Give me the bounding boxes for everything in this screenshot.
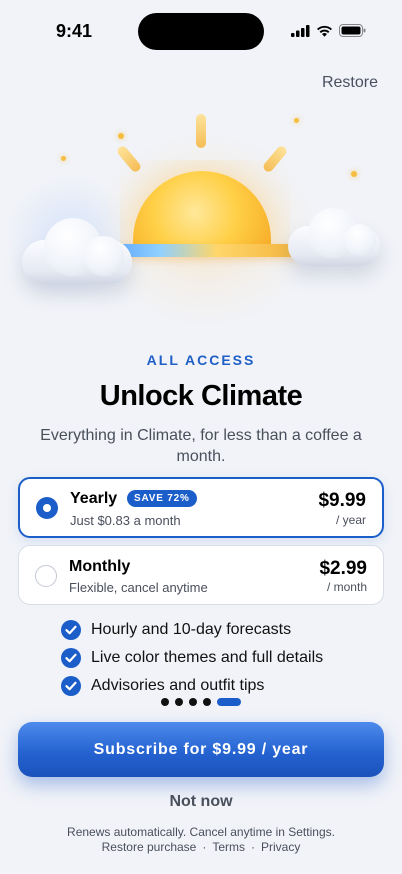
- wifi-icon: [317, 25, 332, 37]
- horizon-bar: [112, 244, 302, 257]
- cellular-signal-icon: [291, 24, 310, 37]
- plan-period: / month: [326, 580, 367, 594]
- plan-price: $2.99: [319, 558, 367, 579]
- page-indicator[interactable]: [161, 698, 241, 706]
- privacy-link[interactable]: Privacy: [261, 840, 300, 854]
- checkmark-circle-icon: [61, 648, 81, 668]
- feature-text: Live color themes and full details: [91, 649, 324, 666]
- eyebrow-label: ALL ACCESS: [146, 352, 256, 368]
- sparkle: [351, 171, 357, 177]
- page-dot[interactable]: [189, 698, 197, 706]
- renewal-notice: Renews automatically. Cancel anytime in …: [67, 825, 335, 839]
- feature-list: Hourly and 10-day forecasts Live color t…: [61, 616, 381, 700]
- feature-item: Live color themes and full details: [61, 644, 381, 672]
- status-bar: 9:41: [0, 0, 402, 62]
- restore-button[interactable]: Restore: [322, 74, 378, 92]
- link-separator: ·: [251, 840, 256, 854]
- plan-description: Just $0.83 a month: [70, 513, 181, 528]
- page-title: Unlock Climate: [99, 380, 303, 412]
- radio-selected-icon[interactable]: [36, 497, 58, 519]
- page-dot[interactable]: [203, 698, 211, 706]
- save-badge: SAVE 72%: [127, 490, 197, 507]
- not-now-button[interactable]: Not now: [0, 793, 402, 811]
- dynamic-island: [138, 13, 264, 50]
- page-dot[interactable]: [175, 698, 183, 706]
- sparkle: [294, 118, 299, 123]
- sun: [120, 160, 290, 246]
- plan-period: / year: [335, 513, 366, 527]
- feature-text: Hourly and 10-day forecasts: [91, 621, 292, 638]
- feature-item: Advisories and outfit tips: [61, 672, 381, 700]
- plan-option-monthly[interactable]: Monthly Flexible, cancel anytime $2.99 /…: [18, 545, 384, 605]
- sparkle: [61, 156, 66, 161]
- plan-name: Monthly: [69, 558, 131, 575]
- footer-links: Restore purchase · Terms · Privacy: [0, 840, 402, 854]
- radio-unselected-icon[interactable]: [35, 565, 57, 587]
- plan-description: Flexible, cancel anytime: [69, 580, 208, 595]
- feature-item: Hourly and 10-day forecasts: [61, 616, 381, 644]
- checkmark-circle-icon: [61, 620, 81, 640]
- plan-option-yearly[interactable]: Yearly SAVE 72% Just $0.83 a month $9.99…: [18, 477, 384, 538]
- page-dot[interactable]: [161, 698, 169, 706]
- hero-illustration: [0, 100, 402, 330]
- checkmark-circle-icon: [61, 676, 81, 696]
- restore-purchase-link[interactable]: Restore purchase: [102, 840, 197, 854]
- cloud-left: [22, 218, 134, 288]
- link-separator: ·: [202, 840, 207, 854]
- plan-name: Yearly: [70, 490, 118, 507]
- subscribe-button[interactable]: Subscribe for $9.99 / year: [18, 722, 384, 777]
- cloud-right: [288, 206, 382, 268]
- sun-ray: [196, 114, 206, 148]
- plan-price: $9.99: [318, 490, 366, 511]
- terms-link[interactable]: Terms: [212, 840, 245, 854]
- status-time: 9:41: [56, 21, 93, 41]
- battery-icon: [339, 24, 366, 37]
- sparkle: [118, 133, 124, 139]
- status-icons: [291, 24, 366, 37]
- page-dot-active[interactable]: [217, 698, 241, 706]
- feature-text: Advisories and outfit tips: [91, 677, 265, 694]
- page-subtitle: Everything in Climate, for less than a c…: [40, 427, 362, 465]
